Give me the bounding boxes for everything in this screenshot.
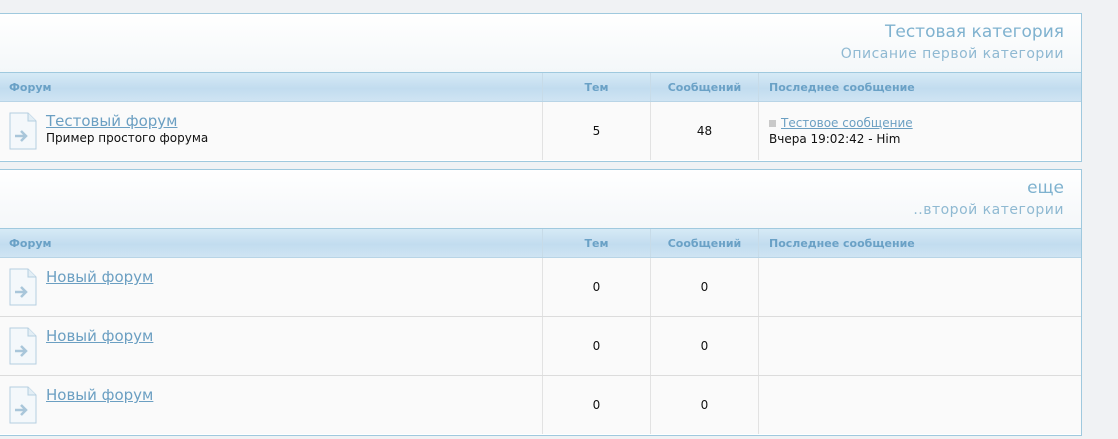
posts-count: 48 xyxy=(650,102,758,160)
column-header-topics: Тем xyxy=(542,73,650,101)
column-header-forum: Форум xyxy=(9,236,52,250)
topics-count: 5 xyxy=(542,102,650,160)
category-header: Тестовая категория Описание первой катег… xyxy=(0,14,1081,72)
table-header: Форум Тем Сообщений Последнее сообщение xyxy=(0,72,1081,102)
topics-count: 0 xyxy=(542,258,650,316)
last-post-link[interactable]: Тестовое сообщение xyxy=(781,116,913,130)
category-title[interactable]: еще xyxy=(0,178,1064,198)
forum-cell: Новый форум xyxy=(0,258,542,316)
category-block: Тестовая категория Описание первой катег… xyxy=(0,13,1082,162)
forum-row: Новый форум 0 0 xyxy=(0,258,1081,317)
column-header-posts: Сообщений xyxy=(650,73,758,101)
forum-page-arrow-icon xyxy=(9,112,37,150)
last-post-meta: Вчера 19:02:42 - Him xyxy=(769,132,901,146)
forum-link[interactable]: Новый форум xyxy=(46,268,153,286)
forum-link[interactable]: Новый форум xyxy=(46,386,153,404)
forum-page-arrow-icon xyxy=(9,268,37,306)
last-post-line: Тестовое сообщение xyxy=(769,116,913,130)
forum-row: Новый форум 0 0 xyxy=(0,317,1081,376)
column-header-topics: Тем xyxy=(542,229,650,257)
forum-text: Новый форум xyxy=(46,268,153,286)
forum-text: Новый форум xyxy=(46,327,153,345)
category-header: еще ..второй категории xyxy=(0,170,1081,228)
column-header-last-post: Последнее сообщение xyxy=(758,229,1081,257)
last-post-cell: Тестовое сообщение Вчера 19:02:42 - Him xyxy=(758,102,1081,160)
forum-page-arrow-icon xyxy=(9,327,37,365)
forum-page-arrow-icon xyxy=(9,386,37,424)
category-block: еще ..второй категории Форум Тем Сообщен… xyxy=(0,169,1082,436)
forum-row: Тестовый форум Пример простого форума 5 … xyxy=(0,102,1081,160)
forum-cell: Новый форум xyxy=(0,376,542,434)
table-header: Форум Тем Сообщений Последнее сообщение xyxy=(0,228,1081,258)
forum-description: Пример простого форума xyxy=(46,131,209,145)
category-description: ..второй категории xyxy=(913,202,1064,218)
post-square-icon xyxy=(769,119,776,127)
posts-count: 0 xyxy=(650,317,758,375)
forum-cell: Тестовый форум Пример простого форума xyxy=(0,102,542,160)
category-description: Описание первой категории xyxy=(840,46,1064,62)
forum-cell: Новый форум xyxy=(0,317,542,375)
forum-link[interactable]: Тестовый форум xyxy=(46,112,208,130)
column-header-posts: Сообщений xyxy=(650,229,758,257)
posts-count: 0 xyxy=(650,258,758,316)
last-post-cell xyxy=(758,258,1081,316)
forum-link[interactable]: Новый форум xyxy=(46,327,153,345)
column-header-last-post: Последнее сообщение xyxy=(758,73,1081,101)
topics-count: 0 xyxy=(542,376,650,434)
last-post-cell xyxy=(758,376,1081,434)
category-title[interactable]: Тестовая категория xyxy=(0,22,1064,42)
forum-row: Новый форум 0 0 xyxy=(0,376,1081,434)
forum-text: Тестовый форум Пример простого форума xyxy=(46,112,208,146)
topics-count: 0 xyxy=(542,317,650,375)
posts-count: 0 xyxy=(650,376,758,434)
forum-text: Новый форум xyxy=(46,386,153,404)
last-post-cell xyxy=(758,317,1081,375)
column-header-forum: Форум xyxy=(9,80,52,94)
